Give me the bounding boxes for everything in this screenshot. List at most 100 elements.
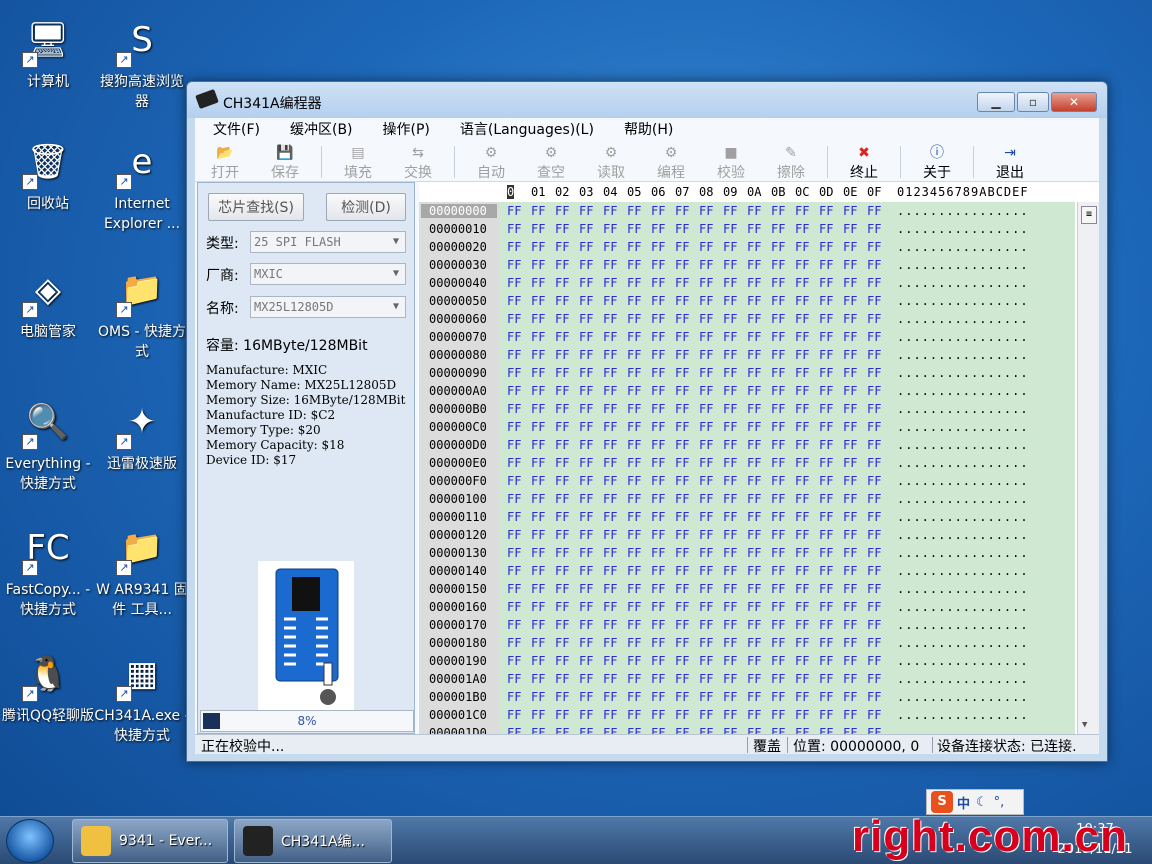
hex-byte[interactable]: FF <box>507 384 521 398</box>
hex-byte[interactable]: FF <box>819 348 833 362</box>
hex-byte[interactable]: FF <box>699 384 713 398</box>
hex-byte[interactable]: FF <box>699 636 713 650</box>
desktop-icon[interactable]: 📁 ↗ OMS - 快捷方式 <box>94 262 190 362</box>
hex-row[interactable]: 00000000 FF FF FF FF FF FF FF FF FF FF FF FF FF FF FF FF… <box>419 202 1075 220</box>
hex-byte[interactable]: FF <box>603 690 617 704</box>
hex-byte[interactable]: FF <box>675 546 689 560</box>
hex-byte[interactable]: FF <box>771 258 785 272</box>
hex-byte[interactable]: FF <box>651 510 665 524</box>
hex-byte[interactable]: FF <box>699 510 713 524</box>
hex-byte[interactable]: FF <box>531 600 545 614</box>
desktop-icon[interactable]: ✦ ↗ 迅雷极速版 <box>94 394 190 474</box>
hex-byte[interactable]: FF <box>843 708 857 722</box>
hex-byte[interactable]: FF <box>651 276 665 290</box>
hex-byte[interactable]: FF <box>651 672 665 686</box>
hex-byte[interactable]: FF <box>531 546 545 560</box>
hex-byte[interactable]: FF <box>747 294 761 308</box>
hex-byte[interactable]: FF <box>579 456 593 470</box>
hex-byte[interactable]: FF <box>651 582 665 596</box>
menu-item[interactable]: 语言(Languages)(L) <box>460 119 594 139</box>
hex-byte[interactable]: FF <box>603 366 617 380</box>
hex-byte[interactable]: FF <box>675 600 689 614</box>
ascii-text[interactable]: ................ <box>897 294 1029 308</box>
hex-byte[interactable]: FF <box>627 438 641 452</box>
hex-byte[interactable]: FF <box>651 618 665 632</box>
scroll-thumb[interactable]: ≡ <box>1081 206 1097 224</box>
hex-byte[interactable]: FF <box>531 636 545 650</box>
hex-byte[interactable]: FF <box>699 456 713 470</box>
hex-byte[interactable]: FF <box>579 366 593 380</box>
hex-byte[interactable]: FF <box>531 726 545 734</box>
minimize-button[interactable]: ▁ <box>977 92 1015 112</box>
hex-byte[interactable]: FF <box>819 222 833 236</box>
hex-byte[interactable]: FF <box>747 276 761 290</box>
hex-byte[interactable]: FF <box>699 618 713 632</box>
taskbar-button[interactable]: CH341A编... <box>234 819 392 863</box>
hex-byte[interactable]: FF <box>723 510 737 524</box>
hex-byte[interactable]: FF <box>747 546 761 560</box>
menu-item[interactable]: 帮助(H) <box>624 119 673 139</box>
hex-byte[interactable]: FF <box>531 690 545 704</box>
ascii-text[interactable]: ................ <box>897 240 1029 254</box>
hex-byte[interactable]: FF <box>603 582 617 596</box>
hex-byte[interactable]: FF <box>555 366 569 380</box>
hex-byte[interactable]: FF <box>843 654 857 668</box>
title-bar[interactable]: CH341A编程器 ▁ ▫ ✕ <box>187 82 1107 118</box>
hex-byte[interactable]: FF <box>723 258 737 272</box>
hex-byte[interactable]: FF <box>651 348 665 362</box>
hex-row[interactable]: 00000170 FF FF FF FF FF FF FF FF FF FF FF FF FF FF FF FF… <box>419 616 1075 634</box>
hex-byte[interactable]: FF <box>771 600 785 614</box>
hex-byte[interactable]: FF <box>699 348 713 362</box>
hex-byte[interactable]: FF <box>771 654 785 668</box>
hex-byte[interactable]: FF <box>843 672 857 686</box>
hex-byte[interactable]: FF <box>747 492 761 506</box>
hex-byte[interactable]: FF <box>819 600 833 614</box>
hex-byte[interactable]: FF <box>627 456 641 470</box>
desktop-icon[interactable]: ▦ ↗ CH341A.exe - 快捷方式 <box>94 646 190 746</box>
hex-byte[interactable]: FF <box>867 348 881 362</box>
hex-row[interactable]: 000001A0 FF FF FF FF FF FF FF FF FF FF FF FF FF FF FF FF… <box>419 670 1075 688</box>
hex-byte[interactable]: FF <box>579 582 593 596</box>
menu-item[interactable]: 缓冲区(B) <box>290 119 353 139</box>
hex-row[interactable]: 000001C0 FF FF FF FF FF FF FF FF FF FF FF FF FF FF FF FF… <box>419 706 1075 724</box>
ascii-text[interactable]: ................ <box>897 276 1029 290</box>
close-button[interactable]: ✕ <box>1051 92 1097 112</box>
hex-byte[interactable]: FF <box>867 492 881 506</box>
hex-byte[interactable]: FF <box>675 384 689 398</box>
toolbar-button[interactable]: ⓘ 关于 <box>907 144 967 182</box>
hex-byte[interactable]: FF <box>771 330 785 344</box>
hex-byte[interactable]: FF <box>699 240 713 254</box>
hex-byte[interactable]: FF <box>771 276 785 290</box>
hex-byte[interactable]: FF <box>651 690 665 704</box>
hex-byte[interactable]: FF <box>795 438 809 452</box>
hex-byte[interactable]: FF <box>747 456 761 470</box>
hex-byte[interactable]: FF <box>579 420 593 434</box>
ascii-text[interactable]: ................ <box>897 258 1029 272</box>
hex-byte[interactable]: FF <box>555 294 569 308</box>
hex-byte[interactable]: FF <box>795 726 809 734</box>
hex-byte[interactable]: FF <box>603 348 617 362</box>
hex-byte[interactable]: FF <box>507 240 521 254</box>
hex-byte[interactable]: FF <box>531 708 545 722</box>
hex-byte[interactable]: FF <box>867 618 881 632</box>
hex-byte[interactable]: FF <box>603 546 617 560</box>
hex-byte[interactable]: FF <box>699 276 713 290</box>
hex-byte[interactable]: FF <box>555 204 569 218</box>
hex-byte[interactable]: FF <box>819 582 833 596</box>
hex-byte[interactable]: FF <box>675 492 689 506</box>
hex-byte[interactable]: FF <box>651 366 665 380</box>
hex-byte[interactable]: FF <box>843 294 857 308</box>
hex-row[interactable]: 00000010 FF FF FF FF FF FF FF FF FF FF FF FF FF FF FF FF… <box>419 220 1075 238</box>
hex-byte[interactable]: FF <box>795 618 809 632</box>
hex-byte[interactable]: FF <box>867 636 881 650</box>
hex-byte[interactable]: FF <box>843 240 857 254</box>
hex-byte[interactable]: FF <box>507 204 521 218</box>
hex-byte[interactable]: FF <box>747 636 761 650</box>
hex-byte[interactable]: FF <box>603 312 617 326</box>
toolbar-button[interactable]: 📂 打开 <box>195 144 255 182</box>
ascii-text[interactable]: ................ <box>897 726 1029 734</box>
hex-byte[interactable]: FF <box>747 240 761 254</box>
hex-byte[interactable]: FF <box>651 312 665 326</box>
hex-byte[interactable]: FF <box>867 312 881 326</box>
hex-byte[interactable]: FF <box>603 222 617 236</box>
